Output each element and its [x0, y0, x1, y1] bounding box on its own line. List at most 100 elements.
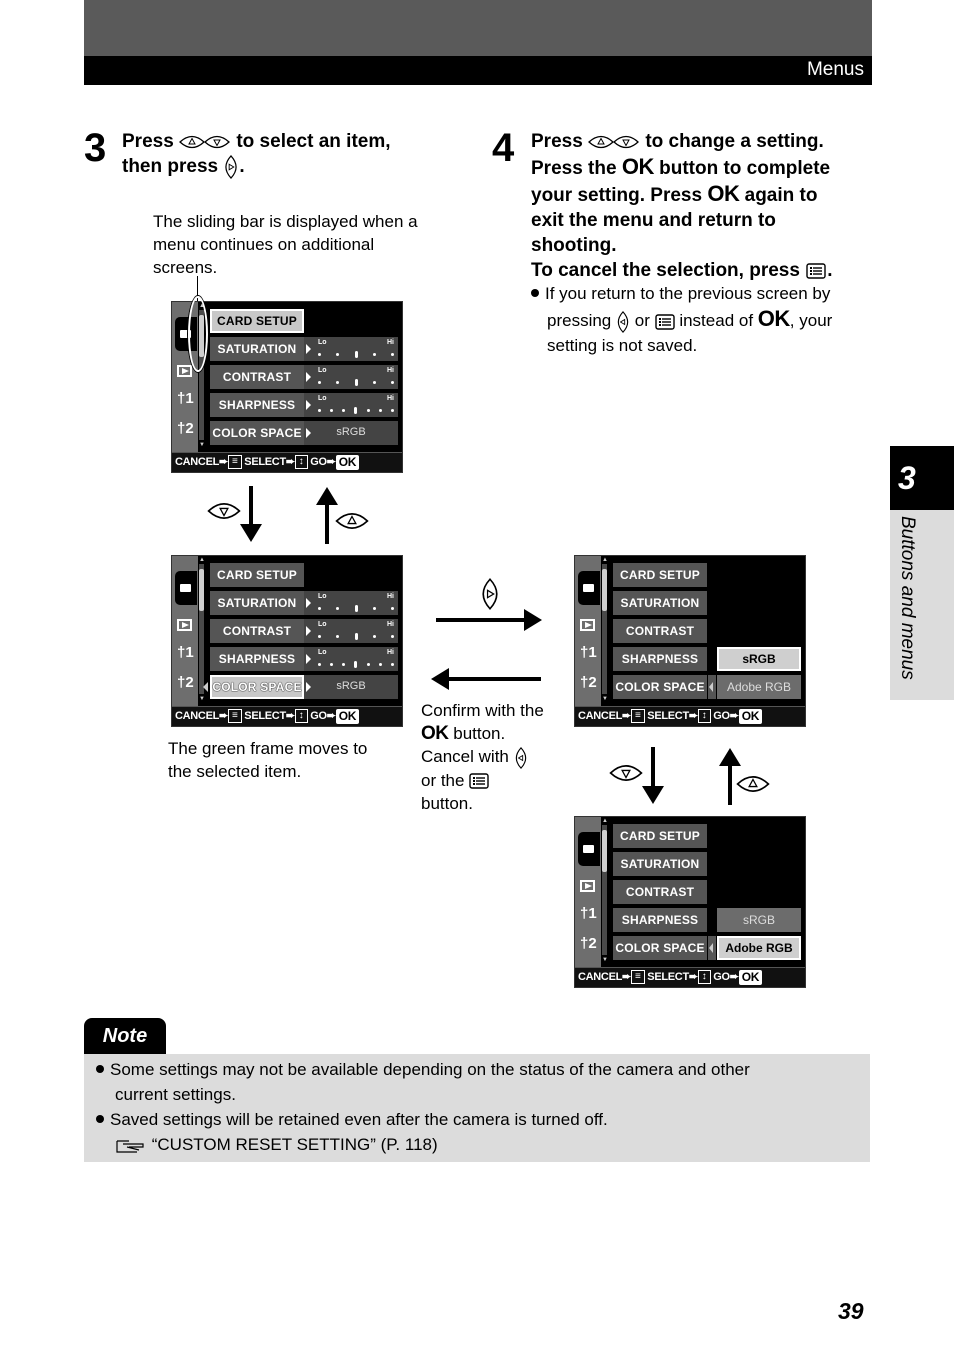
menu-item[interactable]: COLOR SPACE: [613, 675, 707, 699]
menu-item[interactable]: SATURATION: [210, 337, 304, 361]
setup-tab-2-icon[interactable]: †2: [177, 674, 194, 691]
menu-item[interactable]: SHARPNESS: [613, 908, 707, 932]
menu-item[interactable]: CONTRAST: [613, 880, 707, 904]
caption-line: Confirm with the: [421, 701, 544, 720]
lcd-footer: CANCEL➨ ≡ SELECT➨ ↕ GO➨ OK: [575, 967, 805, 987]
reference-pointer-icon: [116, 1139, 144, 1153]
menu-item[interactable]: CONTRAST: [613, 619, 707, 643]
setup-tab-2-icon[interactable]: †2: [177, 420, 194, 437]
scroll-down-icon: ▼: [602, 957, 608, 963]
sliding-bar[interactable]: [602, 564, 607, 694]
setup-tab-1-icon[interactable]: †1: [580, 905, 597, 922]
bullet-text: If you return to the previous screen by: [545, 284, 831, 303]
level-slider[interactable]: Lo Hi: [304, 591, 398, 615]
menu-item[interactable]: CONTRAST: [210, 365, 304, 389]
lcd-screen-srgb-selected: †1 †2 ▲ ▼ CARD SETUP SATURATION CONTRAST SHARPN…: [574, 555, 806, 727]
arrow-pad-icon: ↕: [294, 455, 308, 470]
menu-item[interactable]: CARD SETUP: [613, 824, 707, 848]
scroll-up-icon: ▲: [602, 818, 608, 824]
left-caret-icon: [708, 936, 716, 960]
option-srgb[interactable]: sRGB: [717, 647, 801, 671]
menu-item[interactable]: COLOR SPACE: [210, 675, 304, 699]
go-hint: GO: [713, 971, 730, 983]
scroll-up-icon: ▲: [602, 557, 608, 563]
menu-item[interactable]: COLOR SPACE: [613, 936, 707, 960]
menu-item[interactable]: SATURATION: [613, 852, 707, 876]
option-srgb[interactable]: sRGB: [717, 908, 801, 932]
menu-item[interactable]: CARD SETUP: [210, 563, 304, 587]
lcd-footer: CANCEL➨ ≡ SELECT➨ ↕ GO➨ OK: [172, 452, 402, 472]
chapter-label: Buttons and menus: [897, 516, 918, 680]
up-down-buttons-icon: [588, 135, 639, 149]
right-button-icon: [482, 578, 498, 610]
setup-tab-2-icon[interactable]: †2: [580, 674, 597, 691]
option-adobe-rgb[interactable]: Adobe RGB: [717, 675, 801, 699]
note-text: current settings.: [115, 1085, 236, 1104]
caption-line: Cancel with: [421, 747, 509, 766]
level-slider[interactable]: Lo Hi: [304, 647, 398, 671]
header-bar: Menus: [84, 56, 872, 85]
lcd-footer: CANCEL➨ ≡ SELECT➨ ↕ GO➨ OK: [172, 706, 402, 726]
camera-tab-icon[interactable]: [578, 832, 600, 866]
scroll-up-icon: ▲: [199, 557, 205, 563]
setup-tab-2-icon[interactable]: †2: [580, 935, 597, 952]
callout-line: menu continues on additional: [153, 235, 375, 254]
menu-item[interactable]: SHARPNESS: [210, 647, 304, 671]
menu-item[interactable]: SATURATION: [613, 591, 707, 615]
ok-symbol: OK: [757, 306, 791, 331]
bullet-text: setting is not saved.: [547, 336, 698, 355]
ok-button-icon: OK: [738, 969, 763, 985]
sliding-bar[interactable]: [199, 564, 204, 694]
camera-tab-icon[interactable]: [175, 571, 197, 605]
playback-tab-icon[interactable]: [580, 880, 595, 892]
select-hint: SELECT: [244, 456, 286, 468]
level-slider[interactable]: Lo Hi: [304, 619, 398, 643]
setup-tab-1-icon[interactable]: †1: [580, 644, 597, 661]
up-down-buttons-icon: [179, 135, 230, 149]
color-space-value[interactable]: sRGB: [304, 421, 398, 445]
level-slider[interactable]: Lo Hi: [304, 393, 398, 417]
menu-item[interactable]: COLOR SPACE: [210, 421, 304, 445]
ok-symbol: OK: [707, 181, 740, 206]
note-reference[interactable]: “CUSTOM RESET SETTING” (P. 118): [115, 1132, 438, 1157]
menu-item[interactable]: CARD SETUP: [210, 309, 304, 333]
level-slider[interactable]: Lo Hi: [304, 365, 398, 389]
right-arrow: [436, 618, 526, 622]
playback-tab-icon[interactable]: [580, 619, 595, 631]
callout-line: screens.: [153, 258, 218, 277]
playback-tab-icon[interactable]: [177, 619, 192, 631]
note-label: Note: [84, 1018, 166, 1054]
color-space-value[interactable]: sRGB: [304, 675, 398, 699]
lcd-screen-adobe-rgb-selected: †1 †2 ▲ ▼ CARD SETUP SATURATION CONTRAST SHARPN…: [574, 816, 806, 988]
menu-item[interactable]: CARD SETUP: [613, 563, 707, 587]
step-4-text: button to complete: [659, 158, 831, 179]
step-4-text: Press the: [531, 158, 617, 179]
menu-item[interactable]: SHARPNESS: [613, 647, 707, 671]
level-slider[interactable]: Lo Hi: [304, 337, 398, 361]
step-4-text: .: [827, 260, 833, 281]
step-3-instruction: Press to select an item, then press .: [122, 129, 462, 180]
menu-item[interactable]: CONTRAST: [210, 619, 304, 643]
sliding-bar[interactable]: [602, 825, 607, 955]
step-4-text: exit the menu and return to: [531, 210, 776, 231]
ok-button-icon: OK: [738, 708, 763, 724]
setup-tab-1-icon[interactable]: †1: [177, 644, 194, 661]
step-4-text: To cancel the selection, press: [531, 260, 800, 281]
playback-tab-icon[interactable]: [177, 365, 192, 377]
chapter-tab: Buttons and menus: [890, 510, 954, 700]
menu-item[interactable]: SHARPNESS: [210, 393, 304, 417]
step-4-bullet: If you return to the previous screen by …: [531, 281, 876, 358]
option-adobe-rgb[interactable]: Adobe RGB: [717, 936, 801, 960]
go-hint: GO: [310, 456, 327, 468]
section-title: Menus: [806, 59, 864, 80]
down-button-icon: [207, 503, 241, 519]
left-arrow: [447, 677, 541, 681]
caption-line: button.: [453, 724, 506, 743]
camera-tab-icon[interactable]: [578, 571, 600, 605]
step-4-text: shooting.: [531, 235, 617, 256]
bullet-dot: [531, 288, 539, 297]
select-hint: SELECT: [647, 710, 689, 722]
menu-item[interactable]: SATURATION: [210, 591, 304, 615]
left-caret-icon: [203, 682, 208, 692]
setup-tab-1-icon[interactable]: †1: [177, 390, 194, 407]
